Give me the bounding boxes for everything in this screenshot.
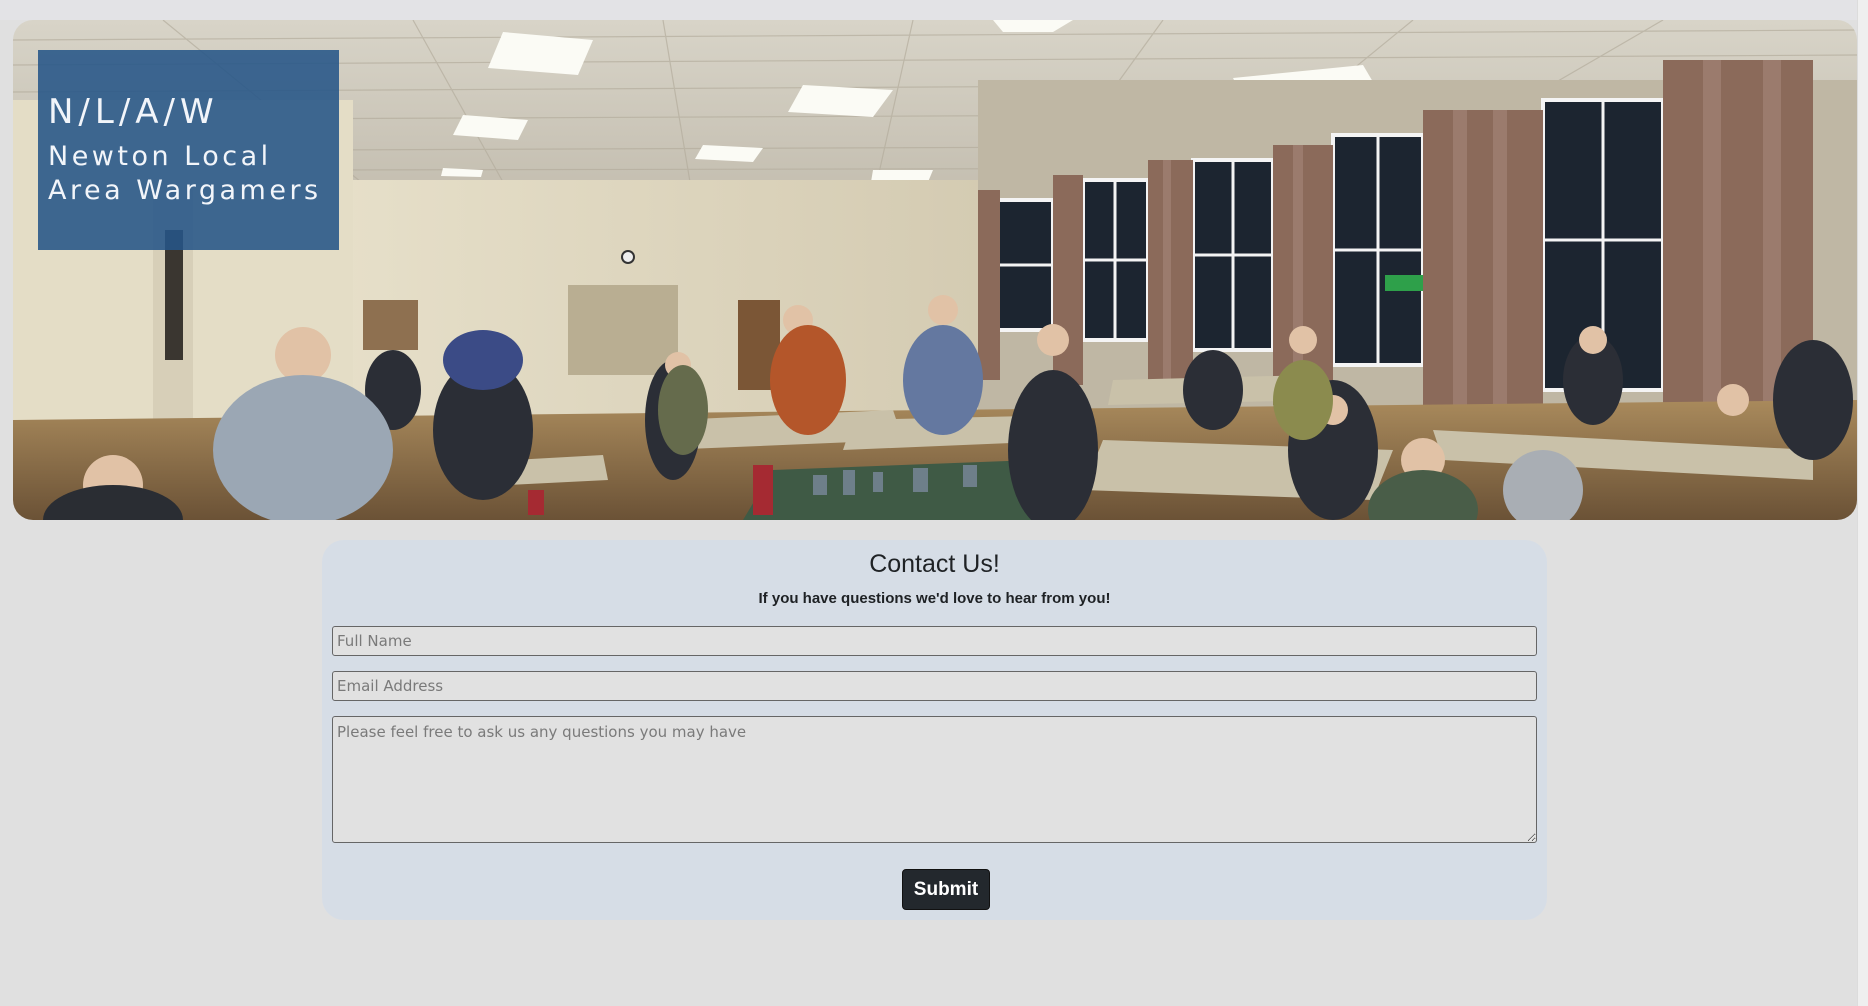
contact-subtitle: If you have questions we'd love to hear … <box>758 590 1111 607</box>
email-address-input[interactable] <box>332 671 1537 701</box>
contact-form-card: Contact Us! If you have questions we'd l… <box>322 540 1547 920</box>
site-abbreviation: N/L/A/W <box>48 92 219 132</box>
brand-box: N/L/A/W Newton Local Area Wargamers <box>38 50 339 250</box>
full-name-input[interactable] <box>332 626 1537 656</box>
message-textarea[interactable] <box>332 716 1537 843</box>
contact-title: Contact Us! <box>869 550 1000 578</box>
submit-button[interactable]: Submit <box>902 869 990 910</box>
site-name: Newton Local Area Wargamers <box>48 141 322 206</box>
page-scrollbar[interactable] <box>1857 0 1868 1006</box>
top-strip <box>0 0 1858 20</box>
